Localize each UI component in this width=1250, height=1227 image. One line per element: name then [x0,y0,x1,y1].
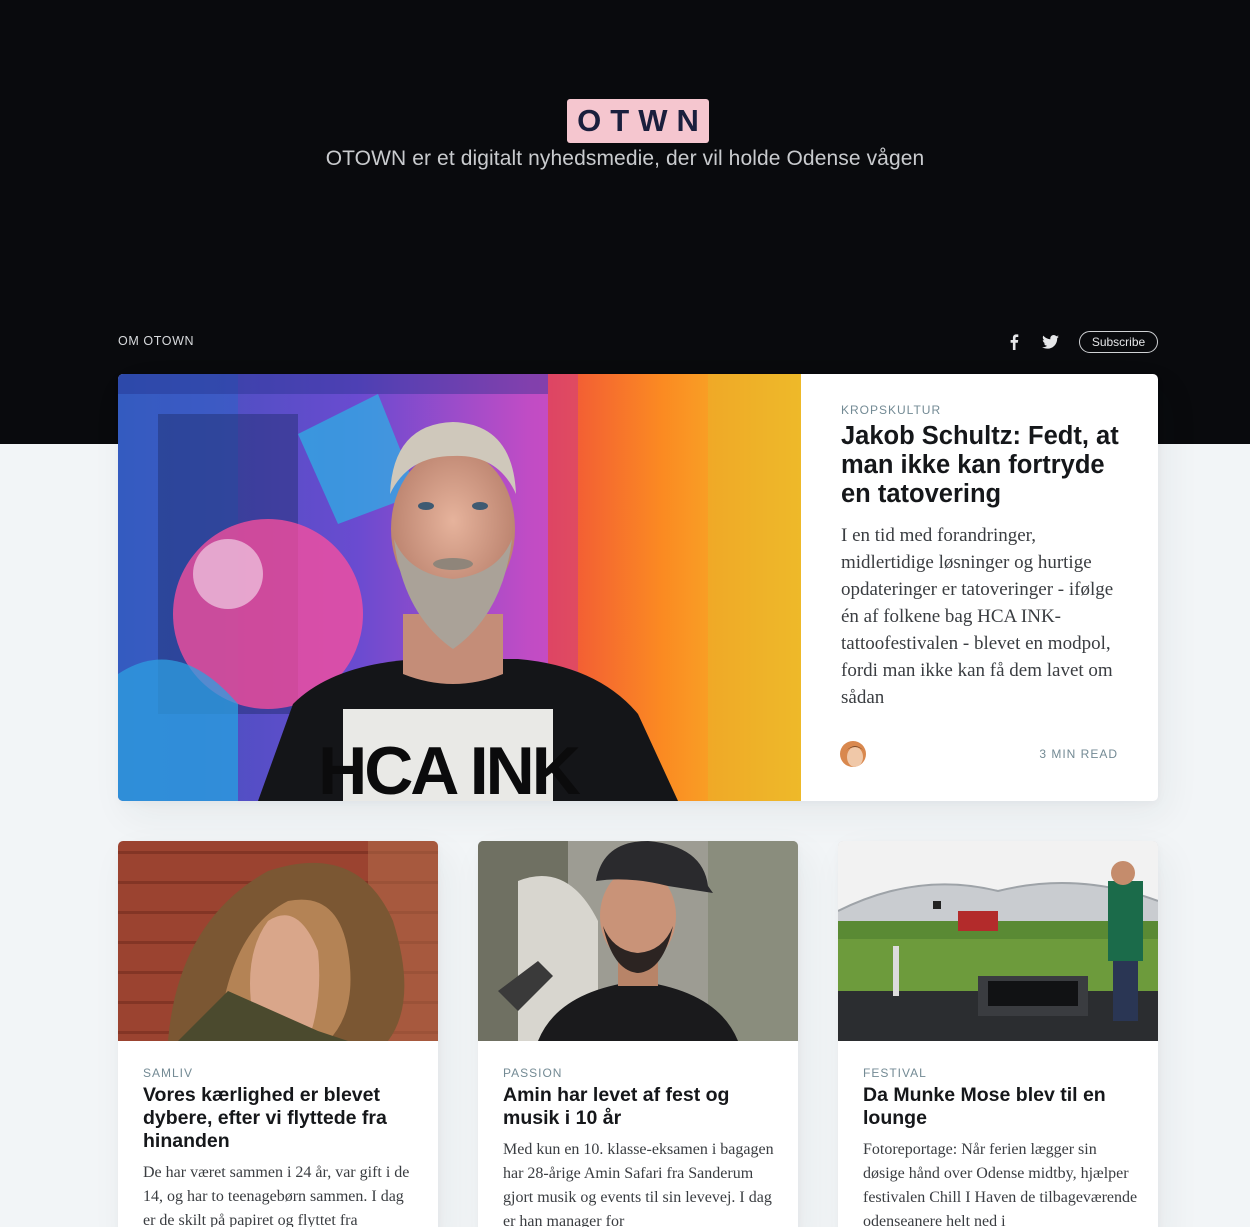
featured-post-content: KROPSKULTUR Jakob Schultz: Fedt, at man … [841,374,1126,801]
post-card-excerpt[interactable]: Fotoreportage: Når ferien lægger sin døs… [863,1138,1138,1227]
shirt-print-text: HCA INK [318,733,581,801]
post-tag[interactable]: PASSION [503,1066,562,1080]
featured-post-card[interactable]: HCA INK KROPSKULTUR Jakob Schultz: Fedt,… [118,374,1158,801]
post-card-excerpt[interactable]: De har været sammen i 24 år, var gift i … [143,1161,418,1227]
featured-post-image[interactable]: HCA INK [118,374,801,801]
post-card[interactable]: FESTIVAL Da Munke Mose blev til en loung… [838,841,1158,1227]
read-time: 3 MIN READ [1039,747,1118,761]
facebook-icon[interactable] [1003,331,1025,353]
post-tag[interactable]: KROPSKULTUR [841,403,941,417]
featured-post-excerpt[interactable]: I en tid med forandringer, midlertidige … [841,522,1126,711]
post-card-title[interactable]: Vores kærlighed er blevet dybere, efter … [143,1084,418,1153]
post-card-image[interactable] [838,841,1158,1041]
subscribe-button[interactable]: Subscribe [1079,331,1158,353]
post-card[interactable]: SAMLIV Vores kærlighed er blevet dybere,… [118,841,438,1227]
post-card-excerpt[interactable]: Med kun en 10. klasse-eksamen i bagagen … [503,1138,778,1227]
post-tag[interactable]: SAMLIV [143,1066,193,1080]
post-card[interactable]: PASSION Amin har levet af fest og musik … [478,841,798,1227]
nav-link-om-otown[interactable]: OM OTOWN [118,334,194,348]
post-card-title[interactable]: Da Munke Mose blev til en lounge [863,1084,1138,1130]
twitter-icon[interactable] [1039,331,1061,353]
author-avatar[interactable] [838,739,868,769]
featured-post-title[interactable]: Jakob Schultz: Fedt, at man ikke kan for… [841,422,1126,509]
post-card-image[interactable] [478,841,798,1041]
site-tagline: OTOWN er et digitalt nyhedsmedie, der vi… [325,147,925,170]
site-logo[interactable]: OTWN [567,99,709,143]
post-tag[interactable]: FESTIVAL [863,1066,927,1080]
post-card-image[interactable] [118,841,438,1041]
post-card-title[interactable]: Amin har levet af fest og musik i 10 år [503,1084,778,1130]
